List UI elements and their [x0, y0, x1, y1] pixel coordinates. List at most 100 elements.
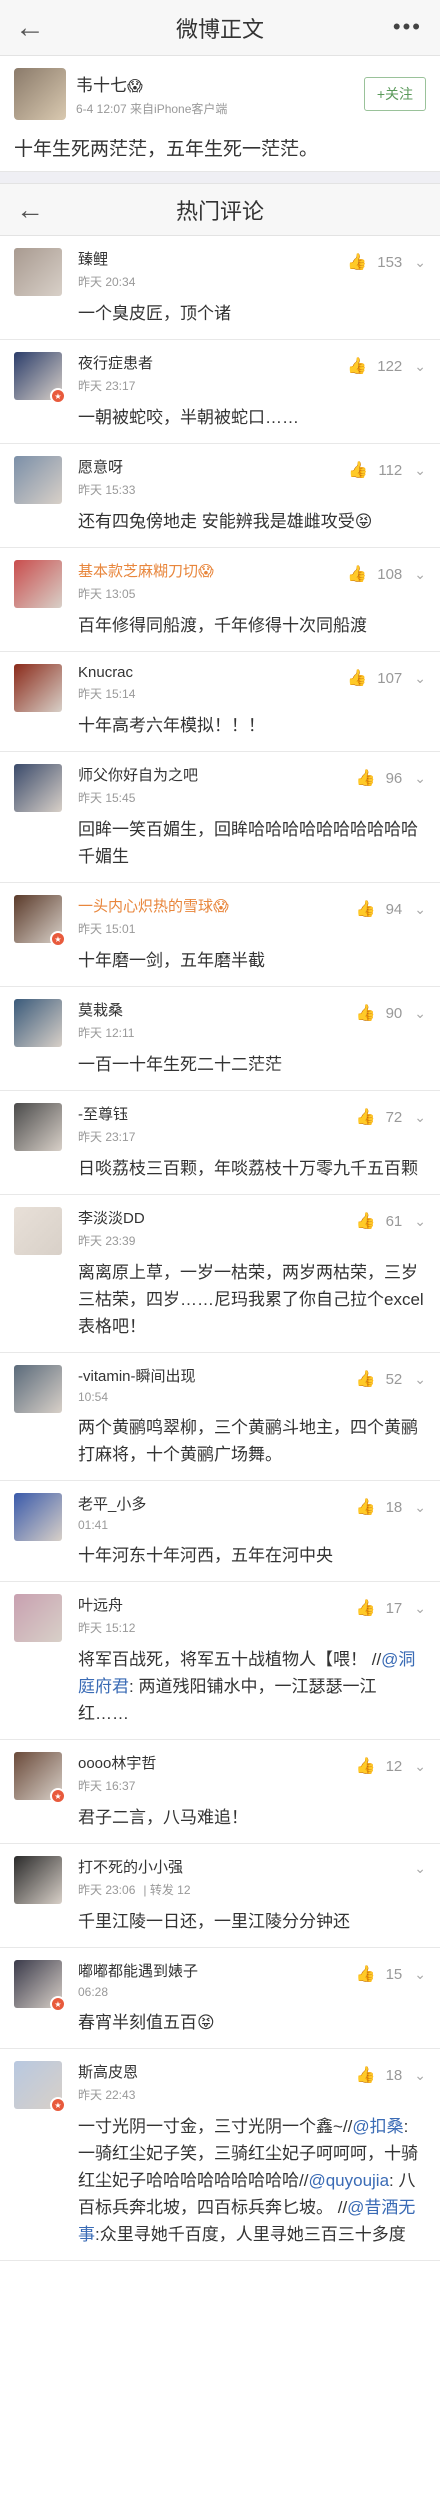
hot-comments-title: 热门评论 [175, 198, 264, 224]
chevron-down-icon[interactable]: ⌄ [414, 254, 426, 271]
chevron-down-icon[interactable]: ⌄ [414, 1213, 426, 1230]
more-icon[interactable]: ••• [393, 14, 422, 40]
comment-item[interactable]: 臻鲤 昨天 20:34 一个臭皮匠，顶个诸 👍 153 ⌄ [0, 236, 440, 340]
chevron-down-icon[interactable]: ⌄ [414, 1109, 426, 1126]
comment-item[interactable]: ★ 嘟嘟都能遇到婊子 06:28 春宵半刻值五百😝 👍 15 ⌄ [0, 1948, 440, 2049]
vip-badge-icon: ★ [50, 388, 66, 404]
commenter-avatar[interactable] [14, 1594, 62, 1642]
mention-link[interactable]: @quyoujia [308, 2171, 389, 2190]
chevron-down-icon[interactable]: ⌄ [414, 1966, 426, 1983]
like-control[interactable]: 👍 96 ⌄ [356, 768, 426, 788]
thumbs-up-icon[interactable]: 👍 [347, 564, 367, 584]
back-arrow-icon[interactable]: ← [0, 182, 60, 238]
comment-item[interactable]: 师父你好自为之吧 昨天 15:45 回眸一笑百媚生，回眸哈哈哈哈哈哈哈哈哈哈千媚生 👍… [0, 752, 440, 883]
thumbs-up-icon[interactable]: 👍 [347, 252, 367, 272]
commenter-avatar[interactable] [14, 664, 62, 712]
commenter-name[interactable]: 打不死的小小强 [78, 1856, 426, 1877]
author-name[interactable]: 韦十七😱 [76, 71, 364, 96]
chevron-down-icon[interactable]: ⌄ [414, 1499, 426, 1516]
commenter-avatar[interactable]: ★ [14, 352, 66, 404]
comment-item[interactable]: ★ 斯高皮恩 昨天 22:43 一寸光阴一寸金，三寸光阴一个鑫~//@扣桑: 一骑红尘… [0, 2049, 440, 2261]
thumbs-up-icon[interactable]: 👍 [356, 768, 376, 788]
like-control[interactable]: 👍 108 ⌄ [347, 564, 426, 584]
thumbs-up-icon[interactable]: 👍 [347, 356, 367, 376]
commenter-avatar[interactable] [14, 1103, 62, 1151]
chevron-down-icon[interactable]: ⌄ [414, 1005, 426, 1022]
comment-item[interactable]: 莫栽桑 昨天 12:11 一百一十年生死二十二茫茫 👍 90 ⌄ [0, 987, 440, 1091]
commenter-avatar[interactable]: ★ [14, 895, 66, 947]
thumbs-up-icon[interactable]: 👍 [348, 460, 368, 480]
like-control[interactable]: 👍 72 ⌄ [356, 1107, 426, 1127]
comment-item[interactable]: 基本款芝麻糊刀切😱 昨天 13:05 百年修得同船渡，千年修得十次同船渡 👍 108 ⌄ [0, 548, 440, 652]
like-control[interactable]: 👍 112 ⌄ [348, 460, 426, 480]
back-arrow-icon[interactable]: ← [0, 0, 60, 56]
thumbs-up-icon[interactable]: 👍 [356, 1497, 376, 1517]
like-control[interactable]: 👍 17 ⌄ [356, 1598, 426, 1618]
comment-item[interactable]: 老平_小多 01:41 十年河东十年河西，五年在河中央 👍 18 ⌄ [0, 1481, 440, 1582]
commenter-avatar[interactable] [14, 1207, 62, 1255]
like-control[interactable]: 👍 52 ⌄ [356, 1369, 426, 1389]
commenter-avatar[interactable] [14, 248, 62, 296]
thumbs-up-icon[interactable]: 👍 [356, 1107, 376, 1127]
comment-item[interactable]: 李淡淡DD 昨天 23:39 离离原上草，一岁一枯荣，两岁两枯荣，三岁三枯荣，四岁…… [0, 1195, 440, 1353]
thumbs-up-icon[interactable]: 👍 [347, 668, 367, 688]
vip-badge-icon: ★ [50, 931, 66, 947]
thumbs-up-icon[interactable]: 👍 [356, 1598, 376, 1618]
comment-item[interactable]: ★ 夜行症患者 昨天 23:17 一朝被蛇咬，半朝被蛇口…… 👍 122 ⌄ [0, 340, 440, 444]
like-control[interactable]: ⌄ [402, 1860, 426, 1877]
like-control[interactable]: 👍 153 ⌄ [347, 252, 426, 272]
like-control[interactable]: 👍 61 ⌄ [356, 1211, 426, 1231]
commenter-avatar[interactable]: ★ [14, 1752, 66, 1804]
commenter-avatar[interactable] [14, 1365, 62, 1413]
chevron-down-icon[interactable]: ⌄ [414, 901, 426, 918]
commenter-avatar[interactable] [14, 1856, 62, 1904]
comment-item[interactable]: 打不死的小小强 昨天 23:06 | 转发 12 千里江陵一日还，一里江陵分分钟还 ⌄ [0, 1844, 440, 1948]
section-divider [0, 172, 440, 184]
chevron-down-icon[interactable]: ⌄ [414, 1600, 426, 1617]
like-control[interactable]: 👍 12 ⌄ [356, 1756, 426, 1776]
thumbs-up-icon[interactable]: 👍 [356, 1756, 376, 1776]
thumbs-up-icon[interactable]: 👍 [356, 2065, 376, 2085]
chevron-down-icon[interactable]: ⌄ [414, 1758, 426, 1775]
thumbs-up-icon[interactable]: 👍 [356, 1964, 376, 1984]
comment-item[interactable]: ★ 一头内心炽热的雪球😱 昨天 15:01 十年磨一剑，五年磨半截 👍 94 ⌄ [0, 883, 440, 987]
like-control[interactable]: 👍 90 ⌄ [356, 1003, 426, 1023]
mention-link[interactable]: @扣桑 [352, 2117, 403, 2136]
comment-item[interactable]: -vitamin-瞬间出现 10:54 两个黄鹂鸣翠柳，三个黄鹂斗地主，四个黄鹂打麻… [0, 1353, 440, 1481]
thumbs-up-icon[interactable]: 👍 [356, 1369, 376, 1389]
commenter-name-text: 李淡淡DD [78, 1210, 145, 1227]
chevron-down-icon[interactable]: ⌄ [414, 670, 426, 687]
chevron-down-icon[interactable]: ⌄ [414, 358, 426, 375]
comment-item[interactable]: Knucrac 昨天 15:14 十年高考六年模拟！！！ 👍 107 ⌄ [0, 652, 440, 752]
commenter-avatar[interactable] [14, 999, 62, 1047]
like-control[interactable]: 👍 122 ⌄ [347, 356, 426, 376]
like-control[interactable]: 👍 15 ⌄ [356, 1964, 426, 1984]
chevron-down-icon[interactable]: ⌄ [414, 770, 426, 787]
commenter-avatar[interactable] [14, 560, 62, 608]
thumbs-up-icon[interactable]: 👍 [356, 1003, 376, 1023]
commenter-avatar[interactable] [14, 764, 62, 812]
comment-item[interactable]: ★ oooo林宇哲 昨天 16:37 君子二言，八马难追！ 👍 12 ⌄ [0, 1740, 440, 1844]
like-count: 94 [385, 900, 403, 918]
chevron-down-icon[interactable]: ⌄ [414, 566, 426, 583]
commenter-avatar[interactable]: ★ [14, 1960, 66, 2012]
like-control[interactable]: 👍 18 ⌄ [356, 2065, 426, 2085]
vip-badge-icon: ★ [50, 2097, 66, 2113]
author-avatar[interactable] [14, 68, 66, 120]
comment-item[interactable]: -至尊钰 昨天 23:17 日啖荔枝三百颗，年啖荔枝十万零九千五百颗 👍 72 ⌄ [0, 1091, 440, 1195]
comment-item[interactable]: 叶远舟 昨天 15:12 将军百战死，将军五十战植物人【喂！ //@洞庭府君: 两道… [0, 1582, 440, 1740]
thumbs-up-icon[interactable]: 👍 [356, 1211, 376, 1231]
chevron-down-icon[interactable]: ⌄ [414, 1371, 426, 1388]
commenter-avatar[interactable] [14, 1493, 62, 1541]
chevron-down-icon[interactable]: ⌄ [414, 2067, 426, 2084]
like-control[interactable]: 👍 94 ⌄ [356, 899, 426, 919]
comment-item[interactable]: 愿意呀 昨天 15:33 还有四兔傍地走 安能辨我是雄雌攻受😝 👍 112 ⌄ [0, 444, 440, 548]
like-control[interactable]: 👍 18 ⌄ [356, 1497, 426, 1517]
like-control[interactable]: 👍 107 ⌄ [347, 668, 426, 688]
chevron-down-icon[interactable]: ⌄ [414, 1860, 426, 1877]
chevron-down-icon[interactable]: ⌄ [414, 462, 426, 479]
thumbs-up-icon[interactable]: 👍 [356, 899, 376, 919]
commenter-avatar[interactable]: ★ [14, 2061, 66, 2113]
commenter-avatar[interactable] [14, 456, 62, 504]
follow-button[interactable]: +关注 [363, 77, 426, 111]
